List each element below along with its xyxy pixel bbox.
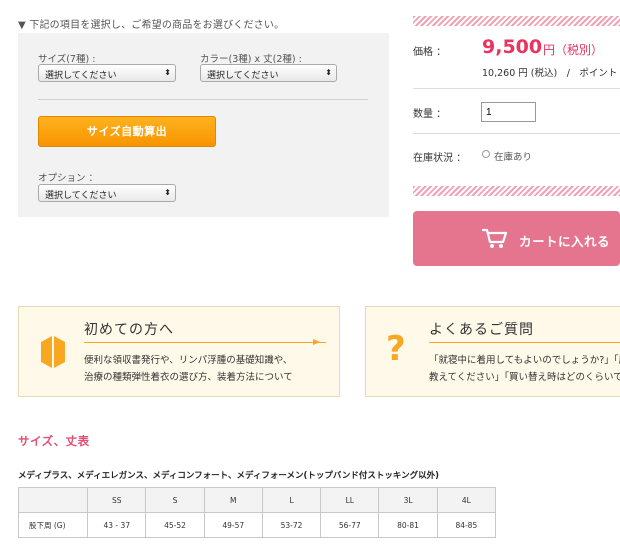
add-to-cart-label: カートに入れる: [519, 234, 611, 249]
option-select[interactable]: 選択してください ⬍: [38, 184, 176, 202]
question-mark-icon: ?: [386, 329, 406, 369]
stock-label: 在庫状況 ：: [413, 153, 467, 164]
updown-arrow-icon: ⬍: [164, 68, 171, 77]
card-text-line: 「就寝中に着用してもよいのでしょうか?」「圧迫: [429, 355, 620, 366]
table-row: 股下周 (G) 43 - 37 45-52 49-57 53-72 56-77 …: [17, 512, 497, 538]
table-header-cell: M: [203, 487, 263, 513]
size-select[interactable]: 選択してください ⬍: [38, 64, 176, 82]
price-value: 9,500: [482, 36, 543, 58]
table-header-cell: 4L: [436, 487, 497, 513]
table-header-cell: SS: [87, 487, 147, 513]
card-text-line: 便利な領収書発行や、リンパ浮腫の基礎知識や、: [84, 355, 293, 366]
options-instruction: ▼ 下記の項目を選択し、ご希望の商品をお選びください。: [18, 20, 285, 31]
table-cell: 45-52: [145, 512, 205, 538]
quantity-label: 数量 ：: [413, 109, 447, 120]
size-select-value: 選択してください: [45, 71, 117, 81]
quantity-input[interactable]: [481, 102, 536, 122]
color-length-select[interactable]: 選択してください ⬍: [200, 64, 337, 82]
table-cell: 53-72: [261, 512, 322, 538]
arrow-right-icon: [313, 339, 320, 345]
color-label: カラー(3種) x 丈(2種) :: [200, 54, 302, 65]
card-title: 初めての方へ: [84, 322, 174, 338]
updown-arrow-icon: ⬍: [164, 188, 171, 197]
option-label: オプション ：: [38, 173, 99, 184]
underline: [429, 342, 620, 343]
table-cell: 43 - 37: [87, 512, 147, 538]
cart-icon: [482, 228, 508, 248]
divider: [413, 88, 620, 89]
circle-icon: [482, 150, 490, 158]
bookmark-icon: [41, 336, 65, 368]
table-header-cell: LL: [320, 487, 380, 513]
updown-arrow-icon: ⬍: [325, 68, 332, 77]
table-header-cell: [17, 487, 89, 513]
size-table: SS S M L LL 3L 4L 股下周 (G) 43 - 37 45-52 …: [17, 487, 497, 538]
options-panel: サイズ(7種) : 選択してください ⬍ カラー(3種) x 丈(2種) : 選…: [18, 33, 389, 217]
section-title: サイズ、丈表: [18, 434, 90, 448]
option-select-value: 選択してください: [45, 191, 117, 201]
decorative-stripe: [413, 16, 620, 26]
price-label: 価格 ：: [413, 47, 447, 58]
price-unit: 円（税別）: [543, 43, 604, 57]
divider: [38, 99, 368, 100]
card-title: よくあるご質問: [429, 322, 534, 338]
decorative-stripe: [413, 186, 620, 196]
faq-card[interactable]: ? よくあるご質問 「就寝中に着用してもよいのでしょうか?」「圧迫 教えてくださ…: [365, 306, 620, 397]
table-caption: メディプラス、メディエレガンス、メディコンフォート、メディフォーメン(トップバン…: [18, 471, 439, 481]
beginners-guide-card[interactable]: 初めての方へ 便利な領収書発行や、リンパ浮腫の基礎知識や、 治療の種類弾性着衣の…: [18, 306, 340, 397]
card-text-line: 教えてください」「買い替え時はどのくらいですか: [429, 372, 620, 383]
stock-status: 在庫あり: [494, 152, 533, 163]
price-tax-included: 10,260 円 (税込) / ポイント: [482, 68, 618, 79]
table-row-label: 股下周 (G): [17, 512, 89, 538]
size-label: サイズ(7種) :: [38, 54, 96, 65]
table-cell: 84-85: [436, 512, 497, 538]
table-header-cell: L: [261, 487, 322, 513]
table-cell: 80-81: [378, 512, 438, 538]
table-header-cell: 3L: [378, 487, 438, 513]
add-to-cart-button[interactable]: カートに入れる: [413, 211, 620, 266]
underline: [84, 342, 326, 343]
table-cell: 56-77: [320, 512, 380, 538]
auto-size-button[interactable]: サイズ自動算出: [38, 116, 216, 147]
table-cell: 49-57: [203, 512, 263, 538]
divider: [413, 133, 620, 134]
color-select-value: 選択してください: [207, 71, 279, 81]
card-text-line: 治療の種類弾性着衣の選び方、装着方法について: [84, 372, 293, 383]
table-header-cell: S: [145, 487, 205, 513]
table-header-row: SS S M L LL 3L 4L: [17, 487, 497, 513]
